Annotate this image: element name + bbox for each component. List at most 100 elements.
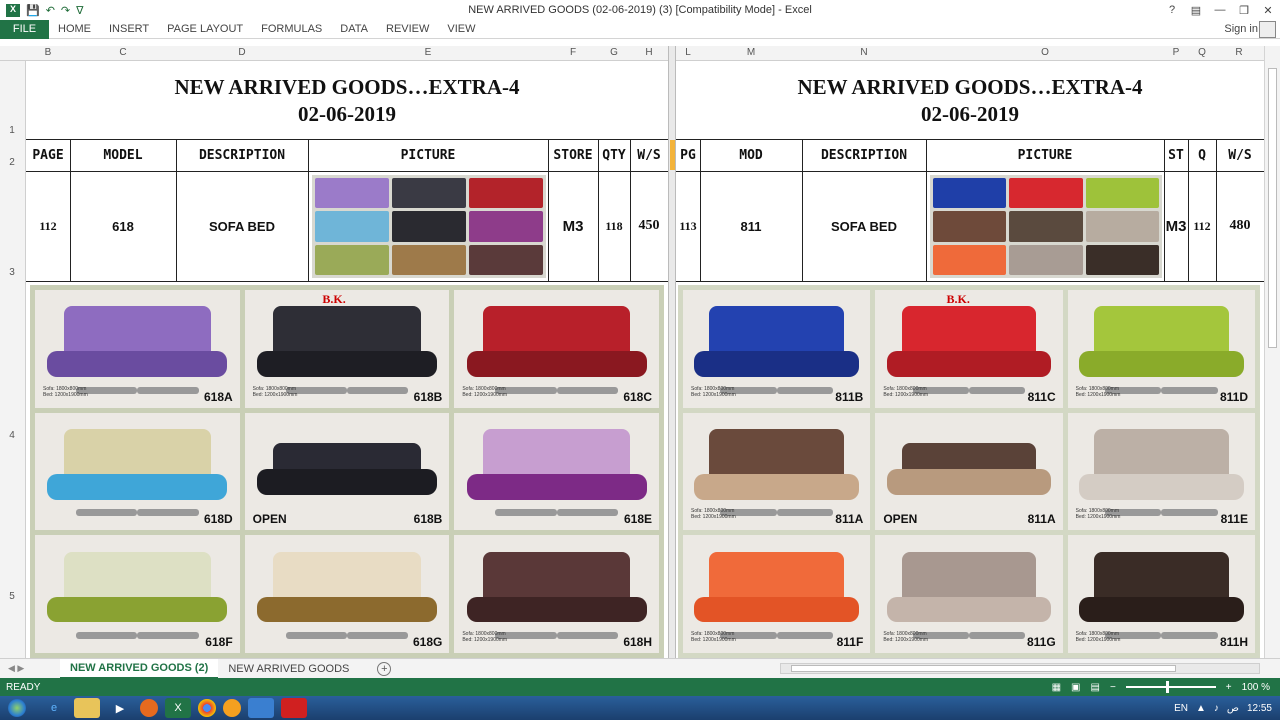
tab-data[interactable]: DATA <box>331 23 377 35</box>
zoom-out-icon[interactable]: − <box>1110 682 1116 693</box>
media-player-icon[interactable]: ▶ <box>107 698 133 718</box>
help-button[interactable]: ? <box>1160 0 1184 20</box>
tab-formulas[interactable]: FORMULAS <box>252 23 331 35</box>
cell-description[interactable]: SOFA BED <box>176 172 308 280</box>
cell-qty[interactable]: 118 <box>598 172 630 280</box>
window-icon[interactable] <box>248 698 274 718</box>
row-header[interactable]: 5 <box>0 591 24 602</box>
header-store[interactable]: STORE <box>548 141 598 170</box>
column-header[interactable]: R <box>1216 47 1262 58</box>
undo-icon[interactable]: ↶ <box>46 4 55 17</box>
picture-thumbnail-grid[interactable] <box>930 175 1162 278</box>
zoom-level[interactable]: 100 % <box>1242 682 1270 693</box>
vertical-scroll-thumb[interactable] <box>1268 68 1277 348</box>
file-tab[interactable]: FILE <box>0 19 49 39</box>
column-header[interactable]: B <box>26 47 70 58</box>
cell-store[interactable]: M3 <box>548 172 598 280</box>
header-store[interactable]: ST <box>1164 141 1188 170</box>
network-icon[interactable]: ▲ <box>1196 703 1206 714</box>
picture-thumbnail-grid[interactable] <box>312 175 546 278</box>
page-break-view-icon[interactable]: ▤ <box>1091 682 1100 693</box>
horizontal-scroll-thumb[interactable] <box>791 665 1176 672</box>
header-description[interactable]: DESCRIPTION <box>176 141 308 170</box>
header-picture[interactable]: PICTURE <box>308 141 548 170</box>
column-header[interactable]: G <box>598 47 630 58</box>
cell-model[interactable]: 618 <box>70 172 176 280</box>
zoom-slider[interactable] <box>1125 681 1216 693</box>
column-header[interactable]: E <box>308 47 548 58</box>
cell-description[interactable]: SOFA BED <box>802 172 926 280</box>
tab-review[interactable]: REVIEW <box>377 23 438 35</box>
sign-in-link[interactable]: Sign in <box>1224 23 1258 35</box>
column-header[interactable]: M <box>700 47 802 58</box>
cell-qty[interactable]: 112 <box>1188 172 1216 280</box>
cell-page[interactable]: 112 <box>26 172 70 280</box>
header-description[interactable]: DESCRIPTION <box>802 141 926 170</box>
restore-button[interactable]: ❐ <box>1232 0 1256 20</box>
tab-view[interactable]: VIEW <box>438 23 484 35</box>
catalog-tile: Sofa: 1800x800mm Bed: 1200x1900mm 811H <box>1067 535 1255 653</box>
header-model[interactable]: MODEL <box>70 141 176 170</box>
column-header[interactable]: D <box>176 47 308 58</box>
header-page[interactable]: PAGE <box>26 141 70 170</box>
customize-qat-icon[interactable]: ∇ <box>76 4 83 17</box>
column-header[interactable]: F <box>548 47 598 58</box>
avatar[interactable] <box>1259 21 1276 38</box>
firefox-icon[interactable] <box>140 699 158 717</box>
product-catalog-image[interactable]: Sofa: 1800x800mm Bed: 1200x1900mm 811B B.K… <box>678 285 1260 658</box>
tab-home[interactable]: HOME <box>49 23 100 35</box>
cell-model[interactable]: 811 <box>700 172 802 280</box>
cell-ws[interactable]: 480 <box>1216 172 1264 280</box>
column-header[interactable]: L <box>676 47 700 58</box>
redo-icon[interactable]: ↷ <box>61 4 70 17</box>
folder-icon[interactable] <box>74 698 100 718</box>
acrobat-icon[interactable] <box>281 698 307 718</box>
header-picture[interactable]: PICTURE <box>926 141 1164 170</box>
column-header[interactable]: C <box>70 47 176 58</box>
column-header[interactable]: P <box>1164 47 1188 58</box>
tab-page-layout[interactable]: PAGE LAYOUT <box>158 23 252 35</box>
header-model[interactable]: MOD <box>700 141 802 170</box>
sheet-tab[interactable]: NEW ARRIVED GOODS <box>218 659 359 679</box>
clock-time[interactable]: 12:55 <box>1247 703 1272 714</box>
column-header[interactable]: H <box>630 47 668 58</box>
cell-page[interactable]: 113 <box>676 172 700 280</box>
language-indicator[interactable]: EN <box>1174 703 1188 714</box>
column-header[interactable]: N <box>802 47 926 58</box>
header-ws[interactable]: W/S <box>1216 141 1264 170</box>
save-icon[interactable]: 💾 <box>26 4 40 17</box>
freeze-pane-divider[interactable] <box>668 46 676 658</box>
header-qty[interactable]: Q <box>1188 141 1216 170</box>
row-header[interactable]: 2 <box>0 157 24 168</box>
horizontal-scrollbar[interactable] <box>780 663 1260 674</box>
row-header[interactable]: 4 <box>0 430 24 441</box>
chrome-icon[interactable] <box>198 699 216 717</box>
close-button[interactable]: ✕ <box>1256 0 1280 20</box>
app-icon[interactable] <box>223 699 241 717</box>
ie-icon[interactable]: e <box>41 698 67 718</box>
tab-insert[interactable]: INSERT <box>100 23 158 35</box>
start-button[interactable] <box>0 696 34 720</box>
row-header[interactable]: 1 <box>0 125 24 136</box>
column-header[interactable]: O <box>926 47 1164 58</box>
header-page[interactable]: PG <box>676 141 700 170</box>
add-sheet-icon[interactable]: + <box>377 661 392 676</box>
header-ws[interactable]: W/S <box>630 141 668 170</box>
normal-view-icon[interactable]: ▦ <box>1052 682 1061 693</box>
page-layout-view-icon[interactable]: ▣ <box>1071 682 1080 693</box>
product-catalog-image[interactable]: Sofa: 1800x800mm Bed: 1200x1900mm 618A B.K… <box>30 285 664 658</box>
volume-icon[interactable]: ♪ <box>1214 703 1219 714</box>
header-qty[interactable]: QTY <box>598 141 630 170</box>
row-header[interactable]: 3 <box>0 267 24 278</box>
sheet-tab-active[interactable]: NEW ARRIVED GOODS (2) <box>60 658 219 679</box>
cell-ws[interactable]: 450 <box>630 172 668 280</box>
column-header[interactable]: Q <box>1188 47 1216 58</box>
excel-taskbar-icon[interactable]: X <box>165 698 191 718</box>
catalog-tile: Sofa: 1800x800mm Bed: 1200x1900mm 811A <box>683 412 871 531</box>
vertical-scrollbar[interactable] <box>1264 46 1280 658</box>
ribbon-options-icon[interactable]: ▤ <box>1184 0 1208 20</box>
sheet-nav-arrows[interactable]: ◀ ▶ <box>0 663 60 674</box>
minimize-button[interactable]: — <box>1208 0 1232 20</box>
zoom-in-icon[interactable]: + <box>1226 682 1232 693</box>
cell-store[interactable]: M3 <box>1164 172 1188 280</box>
